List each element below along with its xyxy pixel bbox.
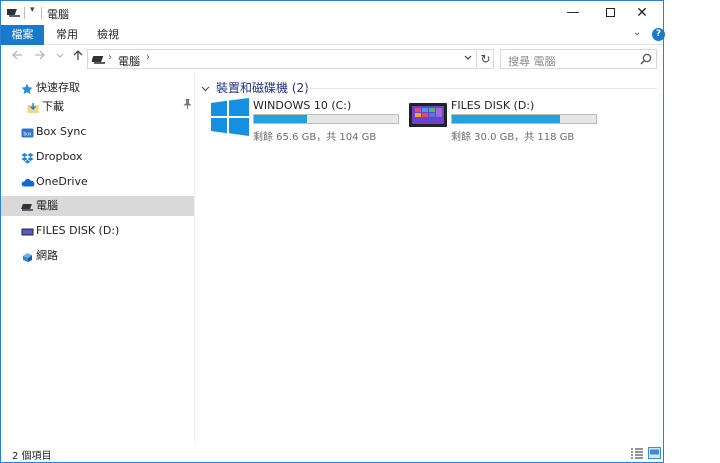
nav-item-label: 電腦 — [36, 199, 58, 212]
drive-free-space: 剩餘 65.6 GB，共 104 GB — [253, 132, 377, 143]
pin-icon[interactable] — [183, 97, 192, 117]
capacity-bar — [451, 114, 597, 124]
nav-item-computer[interactable]: 電腦 — [1, 196, 194, 216]
download-folder-icon — [27, 101, 39, 113]
maximize-icon — [605, 8, 615, 17]
status-bar: 2 個項目 — [1, 444, 663, 463]
explorer-window: ▾ 電腦 — ✕ 檔案 常用 檢視 ⌄ ? › 電腦 › ↻ 搜尋 電腦 快速存… — [0, 0, 665, 463]
search-box[interactable]: 搜尋 電腦 — [500, 49, 657, 69]
navigation-pane: 快速存取 下載 box Box Sync Dropbox OneDrive 電腦… — [1, 73, 195, 443]
capacity-bar — [253, 114, 399, 124]
details-view-icon[interactable] — [631, 448, 643, 462]
nav-item-label: FILES DISK (D:) — [36, 224, 120, 237]
dropbox-icon — [21, 151, 34, 164]
tab-view[interactable]: 檢視 — [89, 25, 127, 45]
refresh-button[interactable]: ↻ — [478, 49, 494, 69]
nav-item-dropbox[interactable]: Dropbox — [1, 147, 194, 167]
onedrive-icon — [21, 176, 35, 188]
forward-button[interactable] — [34, 49, 46, 65]
large-icons-view-icon[interactable] — [648, 447, 661, 462]
breadcrumb-current[interactable]: 電腦 — [118, 53, 140, 69]
ribbon: 檔案 常用 檢視 ⌄ ? — [1, 25, 665, 45]
nav-item-label: 下載 — [42, 100, 64, 113]
nav-item-downloads[interactable]: 下載 — [1, 97, 194, 117]
tab-home[interactable]: 常用 — [48, 25, 86, 45]
search-input[interactable]: 搜尋 電腦 — [508, 53, 556, 69]
nav-item-label: Dropbox — [36, 150, 83, 163]
drive-name: FILES DISK (D:) — [451, 99, 535, 112]
quick-access-toolbar-dropdown[interactable]: ▾ — [30, 5, 35, 15]
nav-item-quick-access[interactable]: 快速存取 — [1, 78, 194, 98]
close-button[interactable]: ✕ — [626, 1, 658, 25]
breadcrumb-separator-icon[interactable]: › — [108, 52, 112, 63]
window-title: 電腦 — [47, 8, 69, 21]
nav-item-label: OneDrive — [36, 175, 88, 188]
expand-ribbon-button[interactable]: ⌄ — [633, 27, 641, 38]
group-header-label: 裝置和磁碟機 (2) — [216, 81, 309, 95]
breadcrumb-separator-icon[interactable]: › — [146, 52, 150, 63]
nav-item-onedrive[interactable]: OneDrive — [1, 172, 194, 192]
up-button[interactable] — [72, 49, 84, 65]
maximize-button[interactable] — [594, 1, 626, 25]
drive-icon — [21, 225, 34, 237]
nav-item-network[interactable]: 網路 — [1, 246, 194, 266]
network-icon — [21, 250, 33, 262]
capacity-bar-fill — [254, 115, 308, 123]
windows-logo-icon — [211, 98, 249, 139]
nav-item-files-disk[interactable]: FILES DISK (D:) — [1, 221, 194, 241]
navigation-bar: › 電腦 › ↻ 搜尋 電腦 — [1, 46, 663, 71]
box-sync-icon: box — [21, 126, 34, 138]
divider — [307, 88, 657, 89]
divider — [41, 7, 42, 19]
drive-tile-c[interactable]: WINDOWS 10 (C:) 剩餘 65.6 GB，共 104 GB — [211, 97, 403, 143]
drive-name: WINDOWS 10 (C:) — [253, 99, 352, 112]
capacity-bar-fill — [452, 115, 560, 123]
nav-item-label: 快速存取 — [36, 81, 80, 94]
help-button[interactable]: ? — [652, 28, 665, 41]
title-bar: ▾ 電腦 — ✕ — [1, 1, 663, 25]
tab-file[interactable]: 檔案 — [1, 25, 44, 45]
back-button[interactable] — [11, 49, 23, 65]
computer-icon — [21, 200, 33, 212]
drive-free-space: 剩餘 30.0 GB，共 118 GB — [451, 132, 575, 143]
minimize-button[interactable]: — — [557, 1, 589, 25]
group-header-devices[interactable]: 裝置和磁碟機 (2) — [201, 79, 309, 96]
svg-text:box: box — [23, 131, 32, 137]
computer-icon — [91, 54, 106, 68]
search-icon[interactable] — [640, 53, 652, 68]
recent-locations-button[interactable] — [56, 52, 64, 61]
address-bar[interactable]: › 電腦 › — [87, 49, 477, 69]
address-history-dropdown[interactable] — [464, 54, 472, 64]
drive-tile-d[interactable]: FILES DISK (D:) 剩餘 30.0 GB，共 118 GB — [409, 97, 601, 143]
item-count: 2 個項目 — [12, 451, 52, 462]
tablet-drive-icon — [409, 98, 447, 139]
computer-icon[interactable] — [4, 6, 21, 21]
nav-item-box-sync[interactable]: box Box Sync — [1, 122, 194, 142]
nav-item-label: Box Sync — [36, 125, 87, 138]
divider — [24, 7, 25, 19]
nav-item-label: 網路 — [36, 249, 58, 262]
star-icon — [21, 82, 33, 95]
content-pane: 裝置和磁碟機 (2) WINDOWS 10 (C:) 剩餘 65.6 GB，共 … — [197, 73, 663, 443]
chevron-down-icon[interactable] — [201, 85, 210, 95]
